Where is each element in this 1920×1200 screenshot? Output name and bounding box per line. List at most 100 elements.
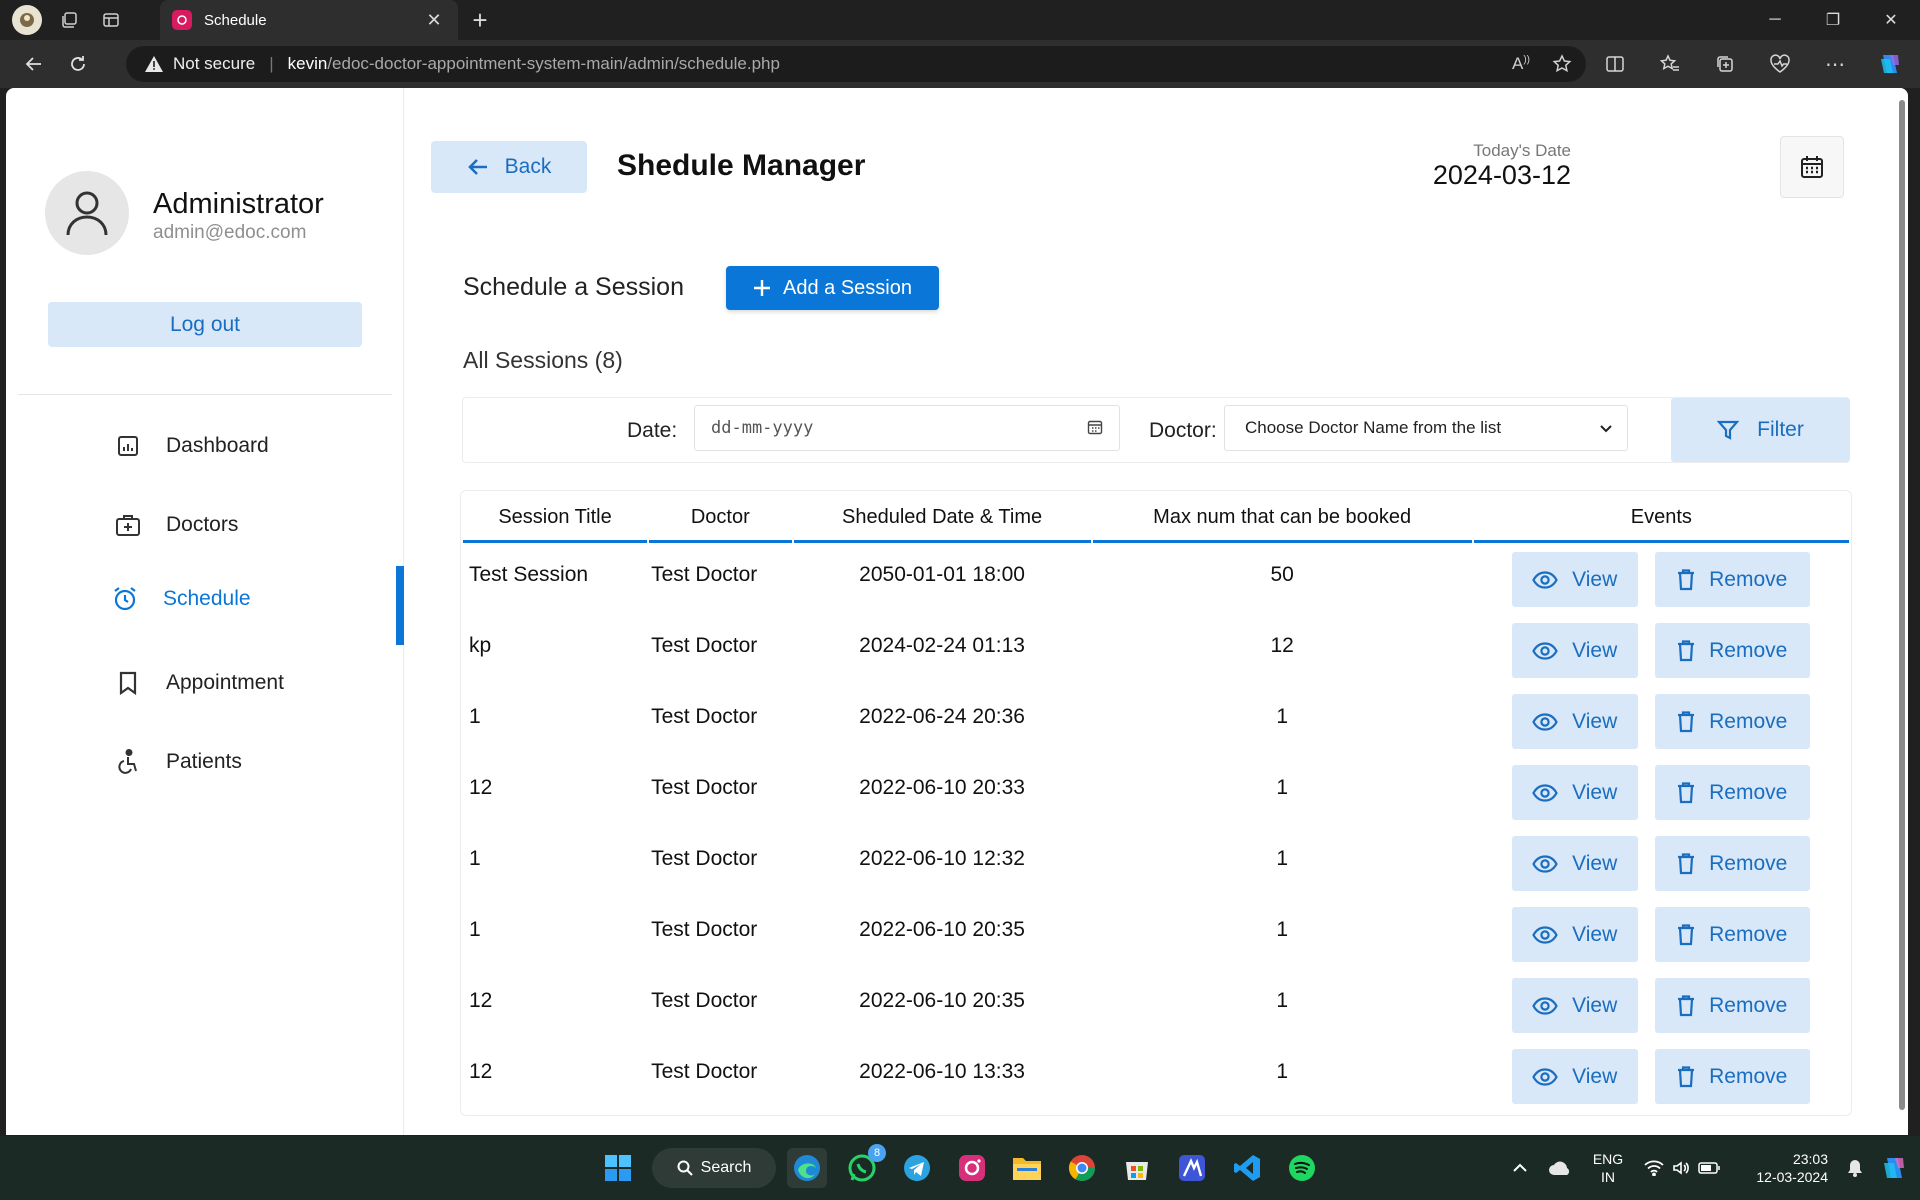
- add-session-button[interactable]: Add a Session: [726, 266, 939, 310]
- start-windows-icon[interactable]: [598, 1148, 638, 1188]
- close-window-icon[interactable]: ✕: [1862, 0, 1920, 40]
- admin-email: admin@edoc.com: [153, 222, 307, 243]
- browser-tab-bar: Schedule ✕ + ─ ❐ ✕: [0, 0, 1920, 40]
- view-button[interactable]: View: [1511, 836, 1638, 891]
- taskbar-search[interactable]: Search: [652, 1148, 776, 1188]
- not-secure-label: Not secure: [173, 54, 256, 73]
- remove-button[interactable]: Remove: [1654, 765, 1810, 820]
- url-bar[interactable]: Not secure | kevin /edoc-doctor-appointm…: [126, 46, 1586, 82]
- favorite-star-icon[interactable]: [1552, 54, 1572, 74]
- date-picker-icon[interactable]: [1087, 419, 1103, 435]
- code-editor-app-icon[interactable]: [1172, 1148, 1212, 1188]
- battery-icon[interactable]: [1698, 1162, 1720, 1174]
- remove-button[interactable]: Remove: [1654, 978, 1810, 1033]
- wifi-icon[interactable]: [1644, 1160, 1664, 1176]
- microsoft-store-icon[interactable]: [1117, 1148, 1157, 1188]
- view-button[interactable]: View: [1511, 907, 1638, 962]
- restore-icon[interactable]: ❐: [1804, 0, 1862, 40]
- table-row: 12 Test Doctor 2022-06-10 20:35 1 View Remove: [463, 969, 1849, 1040]
- collections-icon[interactable]: [1705, 44, 1745, 84]
- tab-close-icon[interactable]: ✕: [422, 10, 446, 31]
- logout-button[interactable]: Log out: [48, 302, 362, 347]
- chevron-up-icon[interactable]: [1512, 1160, 1528, 1176]
- sidebar: Administrator admin@edoc.com Log out Das…: [6, 88, 404, 1135]
- view-button[interactable]: View: [1511, 765, 1638, 820]
- instagram-icon[interactable]: [952, 1148, 992, 1188]
- date-input[interactable]: dd-mm-yyyy: [694, 405, 1120, 451]
- edge-browser-icon[interactable]: [787, 1148, 827, 1188]
- onedrive-cloud-icon[interactable]: [1548, 1160, 1572, 1176]
- remove-button[interactable]: Remove: [1654, 694, 1810, 749]
- web-page: Administrator admin@edoc.com Log out Das…: [6, 88, 1908, 1135]
- refresh-icon[interactable]: [58, 44, 98, 84]
- sidebar-item-patients[interactable]: Patients: [6, 729, 404, 795]
- copilot-icon[interactable]: [1870, 44, 1910, 84]
- remove-button[interactable]: Remove: [1654, 907, 1810, 962]
- more-options-icon[interactable]: ⋯: [1815, 44, 1855, 84]
- view-button[interactable]: View: [1511, 694, 1638, 749]
- row-actions: View Remove: [1474, 692, 1849, 749]
- remove-button[interactable]: Remove: [1654, 623, 1810, 678]
- datetime-cell: 2022-06-10 12:32: [859, 846, 1025, 870]
- calendar-icon: [1801, 156, 1823, 178]
- back-button[interactable]: Back: [431, 141, 587, 193]
- url-actions: A)): [1512, 46, 1572, 82]
- volume-icon[interactable]: [1672, 1160, 1690, 1176]
- table-row: Test Session Test Doctor 2050-01-01 18:00 5…: [463, 543, 1849, 614]
- doctor-bag-icon: [114, 511, 142, 539]
- table-row: 12 Test Doctor 2022-06-10 13:33 1 View Remove: [463, 1040, 1849, 1111]
- favorites-icon[interactable]: [1650, 44, 1690, 84]
- notification-bell-icon[interactable]: [1846, 1158, 1864, 1178]
- workspaces-icon[interactable]: [54, 5, 84, 35]
- chrome-icon[interactable]: [1062, 1148, 1102, 1188]
- back-arrow-icon[interactable]: [14, 44, 54, 84]
- sidebar-item-dashboard[interactable]: Dashboard: [6, 413, 404, 479]
- view-label: View: [1572, 638, 1618, 662]
- sidebar-divider: [18, 394, 392, 395]
- language-indicator[interactable]: ENG IN: [1586, 1150, 1630, 1186]
- view-button[interactable]: View: [1511, 1049, 1638, 1104]
- remove-button[interactable]: Remove: [1654, 552, 1810, 607]
- datetime-cell: 2022-06-10 13:33: [859, 1059, 1025, 1083]
- user-icon: [66, 191, 108, 236]
- session-title-cell: 1: [469, 917, 481, 941]
- view-button[interactable]: View: [1511, 623, 1638, 678]
- spotify-icon[interactable]: [1282, 1148, 1322, 1188]
- sidebar-item-appointment[interactable]: Appointment: [6, 650, 404, 716]
- tab-title: Schedule: [204, 11, 267, 29]
- row-actions: View Remove: [1474, 976, 1849, 1033]
- telegram-icon[interactable]: [897, 1148, 937, 1188]
- view-button[interactable]: View: [1511, 978, 1638, 1033]
- max-booking-cell: 50: [1270, 562, 1294, 586]
- not-secure-indicator[interactable]: Not secure: [144, 54, 255, 74]
- vertical-tabs-icon[interactable]: [96, 5, 126, 35]
- today-date-value: 2024-03-12: [1432, 160, 1571, 190]
- new-tab-icon[interactable]: +: [465, 5, 495, 35]
- calendar-button[interactable]: [1780, 136, 1844, 198]
- remove-button[interactable]: Remove: [1654, 836, 1810, 891]
- windows-taskbar: Search 8 ENG IN 23:03 12-03-2024: [0, 1136, 1920, 1200]
- split-screen-icon[interactable]: [1595, 44, 1635, 84]
- sidebar-item-schedule[interactable]: Schedule: [6, 566, 404, 645]
- active-tab[interactable]: Schedule ✕: [160, 0, 458, 40]
- read-aloud-icon[interactable]: A)): [1512, 54, 1530, 74]
- vscode-icon[interactable]: [1227, 1148, 1267, 1188]
- file-explorer-icon[interactable]: [1007, 1148, 1047, 1188]
- filter-button[interactable]: Filter: [1671, 398, 1850, 462]
- profile-avatar-icon[interactable]: [12, 5, 42, 35]
- page-scrollbar[interactable]: [1896, 88, 1908, 1135]
- minimize-icon[interactable]: ─: [1746, 0, 1804, 40]
- view-button[interactable]: View: [1511, 552, 1638, 607]
- sidebar-item-doctors[interactable]: Doctors: [6, 492, 404, 558]
- whatsapp-icon[interactable]: 8: [842, 1144, 886, 1188]
- copilot-taskbar-icon[interactable]: [1880, 1154, 1908, 1182]
- scrollbar-thumb[interactable]: [1899, 100, 1905, 1110]
- remove-button[interactable]: Remove: [1654, 1049, 1810, 1104]
- browser-essentials-icon[interactable]: [1760, 44, 1800, 84]
- session-title-cell: 12: [469, 1059, 493, 1083]
- trash-icon: [1677, 994, 1695, 1017]
- doctor-select[interactable]: Choose Doctor Name from the list: [1224, 405, 1628, 451]
- clock[interactable]: 23:03 12-03-2024: [1738, 1150, 1828, 1186]
- max-booking-cell: 1: [1276, 1059, 1288, 1083]
- events-cell: View Remove: [1474, 827, 1849, 898]
